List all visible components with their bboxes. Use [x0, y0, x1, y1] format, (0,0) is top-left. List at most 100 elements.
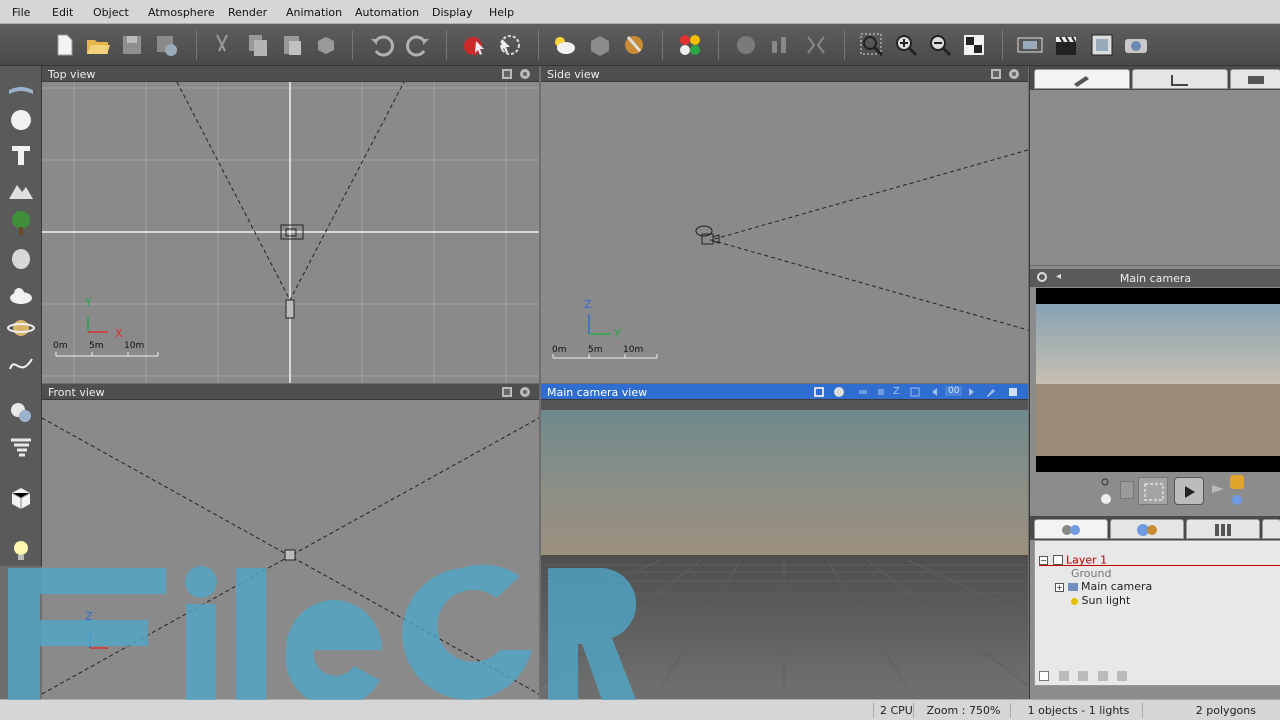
viewport-menu-icon[interactable] [813, 386, 825, 398]
zoom-out-icon[interactable] [926, 31, 954, 59]
plane-tool-icon[interactable] [7, 76, 35, 104]
new-layer-icon[interactable] [1039, 671, 1049, 681]
menu-atmosphere[interactable]: Atmosphere [148, 6, 215, 19]
display-mode-icon[interactable] [1088, 31, 1116, 59]
layer-down-icon[interactable] [1097, 671, 1108, 681]
expand-icon[interactable]: + [1055, 582, 1064, 592]
terrain-tool-icon[interactable] [7, 175, 35, 203]
copy-icon[interactable] [244, 31, 272, 59]
material-editor-icon[interactable] [586, 31, 614, 59]
redo-icon[interactable] [404, 31, 432, 59]
new-scene-icon[interactable] [50, 31, 78, 59]
undo-icon[interactable] [368, 31, 396, 59]
plant-tool-icon[interactable] [7, 209, 35, 237]
tab-library[interactable] [1186, 519, 1260, 539]
filmstrip-icon[interactable] [1016, 31, 1044, 59]
menu-automation[interactable]: Automation [355, 6, 419, 19]
preview-tilt-icon[interactable] [1120, 481, 1134, 499]
preview-controls [1030, 473, 1280, 521]
save-as-icon[interactable] [152, 31, 180, 59]
cam-edit-icon[interactable] [985, 386, 997, 398]
preview-zoom-icon[interactable] [1100, 477, 1112, 489]
cam-zoom-value[interactable]: 00 [945, 386, 963, 396]
tab-animation[interactable] [1230, 69, 1280, 89]
collapse-icon[interactable]: − [1039, 555, 1048, 565]
cloud-tool-icon[interactable] [7, 281, 35, 309]
tree-item-ground[interactable]: Ground [1071, 567, 1111, 580]
camera-viewport[interactable]: Main camera view Z 00 [541, 384, 1028, 686]
menu-animation[interactable]: Animation [286, 6, 342, 19]
cam-z-label[interactable]: Z [893, 386, 900, 397]
tree-layer-row[interactable]: − Layer 1 [1039, 553, 1280, 567]
rock-tool-icon[interactable] [7, 244, 35, 272]
viewport-options-icon[interactable] [1008, 68, 1020, 80]
tree-item-sun-light[interactable]: Sun light [1071, 594, 1130, 607]
preview-play-icon[interactable] [1210, 483, 1226, 495]
viewport-options-icon[interactable] [519, 386, 531, 398]
preview-pan-icon[interactable] [1100, 493, 1112, 505]
preview-frame-icon[interactable] [1138, 477, 1168, 505]
delete-layer-icon[interactable] [1058, 671, 1069, 681]
cam-pan-icon[interactable] [909, 386, 921, 398]
menu-display[interactable]: Display [432, 6, 473, 19]
layer-up-icon[interactable] [1078, 671, 1088, 681]
side-viewport[interactable]: Side view Z Y 0m 5m 10m [541, 66, 1028, 383]
cam-next-icon[interactable] [965, 386, 977, 398]
menu-object[interactable]: Object [93, 6, 129, 19]
menu-edit[interactable]: Edit [52, 6, 73, 19]
clapboard-icon[interactable] [1052, 31, 1080, 59]
viewport-menu-icon[interactable] [990, 68, 1002, 80]
menu-render[interactable]: Render [228, 6, 267, 19]
tab-objects[interactable] [1034, 519, 1108, 539]
menu-help[interactable]: Help [489, 6, 514, 19]
viewport-menu-icon[interactable] [501, 68, 513, 80]
tab-aspect[interactable] [1034, 69, 1130, 89]
camera-options-icon[interactable] [1122, 31, 1150, 59]
tree-item-main-camera[interactable]: + Main camera [1055, 580, 1152, 593]
sphere-tool-icon[interactable] [7, 106, 35, 134]
top-viewport[interactable]: Top view Y X 0m 5m 10m [42, 66, 539, 383]
layer-icon [1052, 555, 1063, 565]
tab-materials[interactable] [1110, 519, 1184, 539]
paste-icon[interactable] [278, 31, 306, 59]
ecosystem-icon[interactable] [732, 31, 760, 59]
front-viewport[interactable]: Front view Z [42, 384, 539, 699]
duplicate-icon[interactable] [312, 31, 340, 59]
open-folder-icon[interactable] [84, 31, 112, 59]
layer-options-icon[interactable] [1117, 671, 1127, 681]
tornado-tool-icon[interactable] [7, 434, 35, 462]
render-icon[interactable] [460, 31, 488, 59]
preview-lock-icon[interactable] [1230, 475, 1244, 489]
preview-rotate-icon[interactable] [1174, 477, 1204, 505]
tab-more[interactable] [1262, 519, 1280, 539]
spline-tool-icon[interactable] [7, 349, 35, 377]
viewport-menu-icon[interactable] [501, 386, 513, 398]
distribute-icon[interactable] [766, 31, 794, 59]
cam-prev-icon[interactable] [929, 386, 941, 398]
cam-maximize-icon[interactable] [1007, 386, 1019, 398]
cube-tool-icon[interactable] [7, 484, 35, 512]
zoom-region-icon[interactable] [858, 31, 886, 59]
preview-settings-icon[interactable] [1230, 493, 1244, 507]
top-axis-x-label: X [115, 327, 123, 340]
render-area-icon[interactable] [496, 31, 524, 59]
color-palette-icon[interactable] [676, 31, 704, 59]
cam-move-icon[interactable] [857, 386, 869, 398]
metablob-tool-icon[interactable] [7, 398, 35, 426]
text-tool-icon[interactable] [7, 141, 35, 169]
atmosphere-icon[interactable] [550, 31, 578, 59]
menu-file[interactable]: File [12, 6, 30, 19]
zoom-in-icon[interactable] [892, 31, 920, 59]
fit-view-icon[interactable] [960, 31, 988, 59]
viewport-options-icon[interactable] [519, 68, 531, 80]
top-viewport-title: Top view [42, 66, 539, 82]
tab-numerics[interactable] [1132, 69, 1228, 89]
planet-tool-icon[interactable] [7, 314, 35, 342]
terrain-editor-icon[interactable] [620, 31, 648, 59]
light-tool-icon[interactable] [7, 536, 35, 564]
cam-rotate-icon[interactable] [875, 386, 887, 398]
align-icon[interactable] [802, 31, 830, 59]
save-icon[interactable] [118, 31, 146, 59]
viewport-options-icon[interactable] [833, 386, 845, 398]
cut-icon[interactable] [208, 31, 236, 59]
